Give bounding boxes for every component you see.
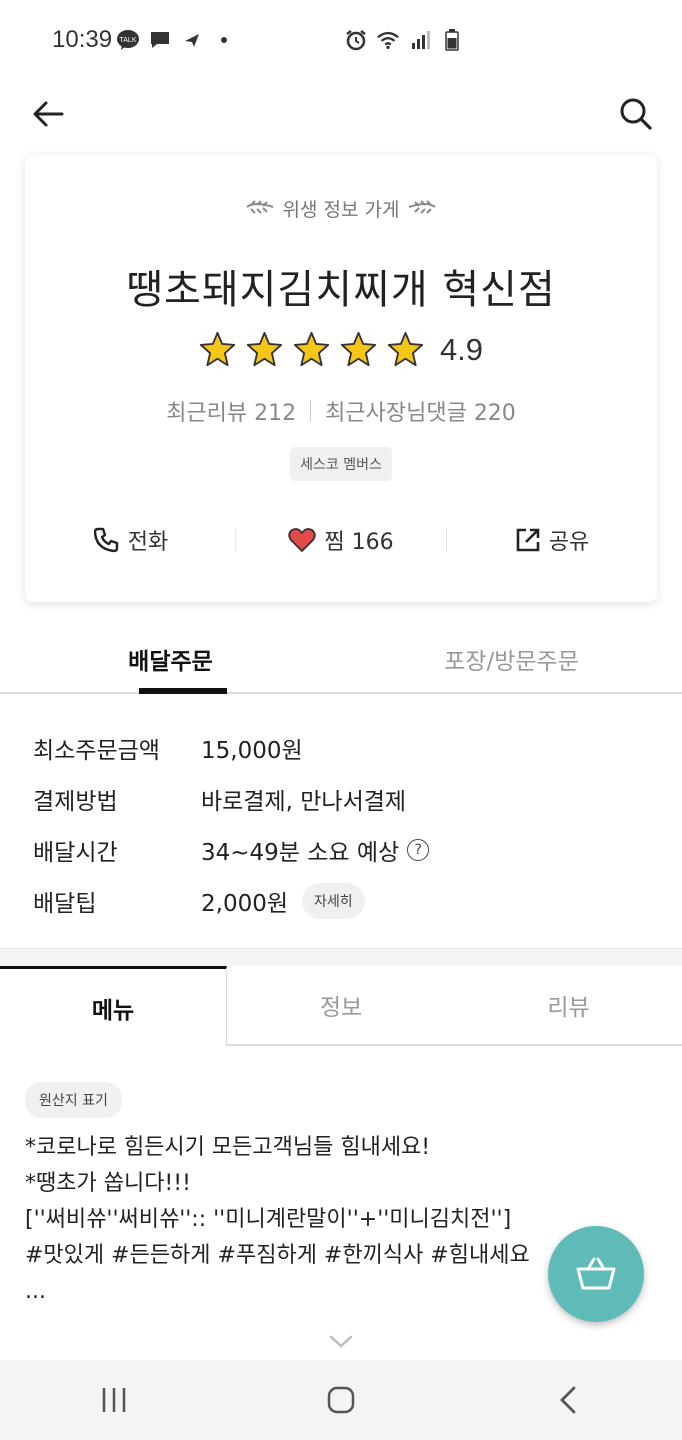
alarm-icon xyxy=(344,28,368,52)
origin-label-button[interactable]: 원산지 표기 xyxy=(25,1082,122,1118)
notice-line: *땡초가 쏩니다!!! xyxy=(25,1171,191,1196)
rating-row: 4.9 xyxy=(25,331,657,368)
tab-label: 배달주문 xyxy=(128,649,213,675)
search-icon xyxy=(620,98,652,130)
rating-value: 4.9 xyxy=(439,331,484,367)
search-button[interactable] xyxy=(616,94,656,134)
laurel-right-icon xyxy=(407,199,437,219)
call-label: 전화 xyxy=(127,530,169,555)
star-icon xyxy=(293,331,330,367)
tab-info[interactable]: 정보 xyxy=(227,966,455,1046)
star-icon xyxy=(387,331,424,367)
divider xyxy=(310,400,312,422)
star-icon xyxy=(246,331,283,367)
star-icon xyxy=(199,331,236,367)
recent-owner-replies[interactable]: 최근사장님댓글 220 xyxy=(325,395,516,427)
heart-icon xyxy=(288,528,317,552)
help-icon[interactable]: ? xyxy=(407,838,430,861)
payment-value: 바로결제, 만나서결제 xyxy=(201,788,407,815)
app-bar xyxy=(0,80,682,150)
review-stats: 최근리뷰 212 최근사장님댓글 220 xyxy=(25,395,657,427)
status-bar: 10:39 TALK xyxy=(0,0,682,80)
delivery-tip-value: 2,000원 xyxy=(201,890,289,917)
chevron-left-icon xyxy=(560,1386,576,1414)
payment-label: 결제방법 xyxy=(33,788,118,815)
hygiene-label: 위생 정보 가게 xyxy=(282,199,400,221)
store-notice: *코로나로 힘든시기 모든고객님들 힘내세요! *땡초가 쏩니다!!! [''써… xyxy=(25,1130,585,1310)
store-card: 위생 정보 가게 땡초돼지김치찌개 혁신점 4.9 최근리뷰 212 최근사장님… xyxy=(25,155,657,602)
navigation-icon xyxy=(180,28,204,52)
info-row: 배달팁 2,000원 자세히 xyxy=(33,875,653,926)
section-divider xyxy=(0,948,682,968)
notice-line: *코로나로 힘든시기 모든고객님들 힘내세요! xyxy=(25,1135,431,1160)
notice-line: [''써비쓔''써비쓔'':: ''미니계란말이''+''미니김치전''] xyxy=(25,1207,512,1232)
share-label: 공유 xyxy=(548,530,590,555)
cart-button[interactable] xyxy=(548,1226,644,1322)
detail-button[interactable]: 자세히 xyxy=(302,882,365,919)
info-row: 결제방법 바로결제, 만나서결제 xyxy=(33,773,653,824)
tab-pickup-order[interactable]: 포장/방문주문 xyxy=(341,630,682,692)
home-icon xyxy=(327,1386,355,1414)
delivery-time-label: 배달시간 xyxy=(33,839,118,866)
cesco-badge: 세스코 멤버스 xyxy=(290,447,392,481)
like-button[interactable]: 찜 166 xyxy=(236,524,446,556)
hygiene-info: 위생 정보 가게 xyxy=(25,195,657,222)
min-order-value: 15,000원 xyxy=(201,737,303,764)
signal-icon xyxy=(408,28,432,52)
store-name: 땡초돼지김치찌개 혁신점 xyxy=(126,267,556,313)
section-tabs: 메뉴 정보 리뷰 xyxy=(0,966,682,1046)
notice-line: #맛있게 #든든하게 #푸짐하게 #한끼식사 #힘내세요 xyxy=(25,1243,530,1268)
share-button[interactable]: 공유 xyxy=(447,524,657,556)
svg-text:TALK: TALK xyxy=(120,37,137,44)
wifi-icon xyxy=(376,28,400,52)
active-tab-indicator xyxy=(139,688,227,694)
system-back-button[interactable] xyxy=(528,1370,608,1430)
basket-icon xyxy=(576,1257,616,1290)
kakaotalk-icon: TALK xyxy=(116,28,140,52)
tab-menu[interactable]: 메뉴 xyxy=(0,966,227,1046)
star-icon xyxy=(340,331,377,367)
action-row: 전화 찜 166 공유 xyxy=(25,515,657,565)
recent-apps-button[interactable] xyxy=(74,1370,154,1430)
call-button[interactable]: 전화 xyxy=(25,524,235,556)
order-type-tabs: 배달주문 포장/방문주문 xyxy=(0,630,682,694)
phone-icon xyxy=(93,527,118,553)
info-row: 최소주문금액 15,000원 xyxy=(33,722,653,773)
recent-reviews[interactable]: 최근리뷰 212 xyxy=(166,395,296,427)
dot-icon xyxy=(212,28,236,52)
arrow-left-icon xyxy=(33,101,64,127)
battery-icon xyxy=(440,28,464,52)
notice-line: ... xyxy=(25,1279,46,1304)
share-icon xyxy=(516,528,540,552)
system-navigation-bar xyxy=(0,1360,682,1440)
status-time: 10:39 xyxy=(52,26,113,53)
tab-delivery-order[interactable]: 배달주문 xyxy=(0,630,341,694)
info-row: 배달시간 34~49분 소요 예상 ? xyxy=(33,824,653,875)
like-label: 찜 166 xyxy=(324,530,394,555)
delivery-info: 최소주문금액 15,000원 결제방법 바로결제, 만나서결제 배달시간 34~… xyxy=(33,722,653,926)
back-button[interactable] xyxy=(28,94,68,134)
min-order-label: 최소주문금액 xyxy=(33,737,160,764)
laurel-left-icon xyxy=(245,199,275,219)
delivery-time-value: 34~49분 소요 예상 xyxy=(201,839,400,866)
home-button[interactable] xyxy=(301,1370,381,1430)
tab-reviews[interactable]: 리뷰 xyxy=(455,966,682,1046)
message-icon xyxy=(148,28,172,52)
delivery-tip-label: 배달팁 xyxy=(33,890,97,917)
recent-apps-icon xyxy=(102,1388,125,1412)
chevron-down-icon[interactable] xyxy=(328,1332,354,1352)
tab-label: 포장/방문주문 xyxy=(444,649,579,675)
